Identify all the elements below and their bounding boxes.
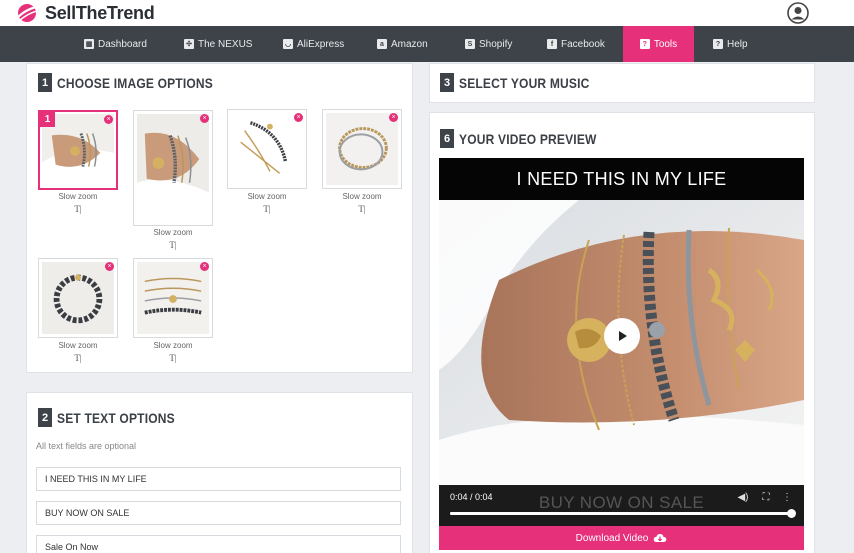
music-header[interactable]: 3 SELECT YOUR MUSIC (440, 73, 611, 92)
image-thumbnail[interactable]: × (133, 110, 213, 226)
remove-image-icon[interactable]: × (200, 114, 209, 123)
nav-amazon[interactable]: a Amazon (377, 26, 428, 62)
remove-image-icon[interactable]: × (104, 115, 113, 124)
effect-label[interactable]: Slow zoom (38, 341, 118, 350)
play-button[interactable] (604, 318, 640, 354)
video-player[interactable]: I NEED THIS IN MY LIFE BUY NOW ON SALE 0… (439, 158, 804, 526)
effect-label[interactable]: Slow zoom (38, 192, 118, 201)
tools-icon: ? (639, 39, 650, 49)
bracelet-image (326, 113, 398, 185)
remove-image-icon[interactable]: × (294, 113, 303, 122)
effect-label[interactable]: Slow zoom (133, 341, 213, 350)
progress-fill (450, 512, 792, 515)
logo-icon (16, 4, 43, 22)
nav-label: AliExpress (297, 38, 345, 50)
section-title: YOUR VIDEO PREVIEW (459, 130, 597, 147)
user-account-icon[interactable] (787, 2, 809, 24)
main-nav: ▦ Dashboard ✣ The NEXUS ◡ AliExpress a A… (0, 26, 854, 62)
image-thumbnail[interactable]: × (227, 109, 307, 189)
effect-label[interactable]: Slow zoom (133, 228, 213, 237)
text-toggle-icon[interactable]: T| (227, 204, 307, 214)
nav-label: Facebook (561, 38, 605, 50)
video-controls: BUY NOW ON SALE 0:04 / 0:04 ◀︎) ⛶ ⋮ (439, 485, 804, 526)
nav-the-nexus[interactable]: ✣ The NEXUS (184, 26, 252, 62)
text-toggle-icon[interactable]: T| (38, 353, 118, 363)
music-panel: 3 SELECT YOUR MUSIC (429, 63, 815, 103)
video-time: 0:04 / 0:04 (450, 492, 493, 502)
bottom-text-field[interactable]: BUY NOW ON SALE (36, 501, 401, 525)
nav-aliexpress[interactable]: ◡ AliExpress (283, 26, 344, 62)
remove-image-icon[interactable]: × (389, 113, 398, 122)
section-title: SET TEXT OPTIONS (57, 409, 175, 426)
top-bar: SellTheTrend (0, 0, 854, 26)
video-frame-image[interactable] (439, 200, 804, 485)
remove-image-icon[interactable]: × (105, 262, 114, 271)
preview-header: 6 YOUR VIDEO PREVIEW (440, 129, 619, 148)
video-bottom-text: BUY NOW ON SALE (538, 493, 705, 512)
play-icon (619, 331, 627, 341)
text-toggle-icon[interactable]: T| (38, 204, 118, 214)
step-number: 3 (440, 73, 454, 92)
section-title: CHOOSE IMAGE OPTIONS (57, 74, 213, 91)
nav-shopify[interactable]: S Shopify (465, 26, 512, 62)
nav-facebook[interactable]: f Facebook (547, 26, 605, 62)
nav-label: Tools (653, 38, 678, 50)
text-toggle-icon[interactable]: T| (133, 240, 213, 250)
bracelet-image (137, 262, 209, 334)
download-video-button[interactable]: Download Video (439, 526, 804, 550)
text-options-panel: 2 SET TEXT OPTIONS All text fields are o… (26, 392, 413, 553)
volume-icon[interactable]: ◀︎) (737, 492, 749, 504)
step-number: 1 (38, 73, 52, 92)
download-label: Download Video (575, 532, 649, 544)
effect-label[interactable]: Slow zoom (322, 192, 402, 201)
nav-tools[interactable]: ? Tools (623, 26, 694, 62)
nav-label: The NEXUS (198, 38, 253, 50)
shopify-icon: S (465, 39, 475, 49)
nav-label: Amazon (391, 38, 428, 50)
step-number: 6 (440, 129, 454, 148)
image-options-panel: 1 CHOOSE IMAGE OPTIONS 1 × Slow zoom T| (26, 63, 413, 373)
brand-name: SellTheTrend (45, 2, 155, 23)
image-thumbnail[interactable]: 1 × (38, 110, 118, 190)
text-toggle-icon[interactable]: T| (322, 204, 402, 214)
image-thumbnail[interactable]: × (133, 258, 213, 338)
top-text-field[interactable]: I NEED THIS IN MY LIFE (36, 467, 401, 491)
help-icon: ? (713, 39, 723, 49)
nexus-icon: ✣ (184, 39, 194, 49)
nav-label: Dashboard (98, 38, 147, 50)
amazon-icon: a (377, 39, 387, 49)
extra-text-field[interactable]: Sale On Now (36, 535, 401, 553)
bracelet-image (231, 113, 303, 185)
nav-help[interactable]: ? Help (713, 26, 748, 62)
video-progress-bar[interactable] (450, 509, 796, 518)
effect-label[interactable]: Slow zoom (227, 192, 307, 201)
facebook-icon: f (547, 39, 557, 49)
bracelet-image (42, 262, 114, 334)
nav-label: Shopify (479, 38, 513, 50)
progress-knob[interactable] (787, 509, 796, 518)
image-options-header: 1 CHOOSE IMAGE OPTIONS (38, 73, 238, 92)
image-thumbnail[interactable]: × (38, 258, 118, 338)
video-top-text: I NEED THIS IN MY LIFE (439, 158, 804, 200)
nav-label: Help (727, 38, 748, 50)
section-title: SELECT YOUR MUSIC (459, 74, 590, 91)
remove-image-icon[interactable]: × (200, 262, 209, 271)
image-thumbnail[interactable]: × (322, 109, 402, 189)
brand-logo[interactable]: SellTheTrend (15, 2, 155, 24)
nav-dashboard[interactable]: ▦ Dashboard (84, 26, 147, 62)
fullscreen-icon[interactable]: ⛶ (760, 492, 772, 504)
text-options-header: 2 SET TEXT OPTIONS (38, 408, 194, 427)
text-toggle-icon[interactable]: T| (133, 353, 213, 363)
more-options-icon[interactable]: ⋮ (781, 492, 793, 504)
dashboard-icon: ▦ (84, 39, 94, 49)
step-number: 2 (38, 408, 52, 427)
aliexpress-icon: ◡ (283, 39, 293, 49)
optional-hint: All text fields are optional (36, 441, 137, 451)
thumbnail-order-badge: 1 (40, 112, 55, 127)
cloud-download-icon (654, 533, 667, 542)
bracelet-image (137, 114, 209, 222)
